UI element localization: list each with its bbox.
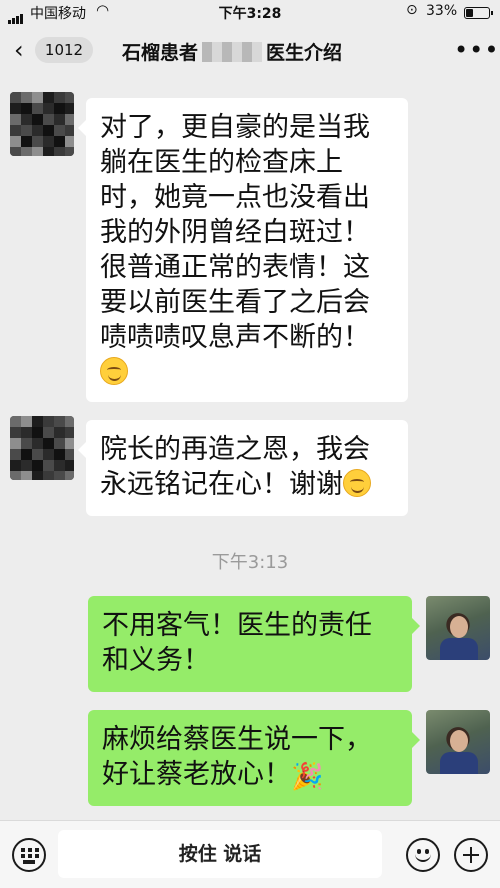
message-line: 要以前医生看了之后会	[100, 287, 370, 318]
user-avatar[interactable]	[426, 596, 490, 660]
message-line: 我的外阴曾经白斑过！	[100, 217, 370, 248]
message-line: 好让蔡老放心！	[102, 759, 291, 790]
message-bubble-incoming[interactable]: 院长的再造之恩，我会 永远铭记在心！谢谢	[78, 420, 408, 516]
sender-avatar[interactable]	[10, 416, 74, 480]
status-time: 下午3:28	[218, 6, 282, 22]
smiling-face-icon	[100, 357, 128, 385]
battery-icon	[464, 7, 493, 19]
battery-percent: 33%	[426, 3, 458, 19]
message-line: 对了，更自豪的是当我	[100, 112, 370, 143]
message-line: 不用客气！医生的责任	[102, 610, 372, 641]
status-bar: 中国移动 ◠ 下午3:28 ⊙ 33%	[0, 0, 500, 24]
keyboard-icon[interactable]	[12, 838, 46, 872]
message-bubble-outgoing[interactable]: 不用客气！医生的责任 和义务！	[88, 596, 420, 692]
more-icon[interactable]: •••	[454, 36, 499, 64]
chat-title-prefix: 石榴患者	[122, 42, 199, 64]
emoji-icon[interactable]	[406, 838, 440, 872]
orientation-lock-icon: ⊙	[406, 2, 418, 18]
message-line: 啧啧啧叹息声不断的！	[100, 322, 370, 353]
party-popper-icon: 🎉	[291, 762, 324, 792]
chat-title-suffix: 医生介绍	[266, 42, 343, 64]
message-line: 麻烦给蔡医生说一下，	[102, 724, 372, 755]
user-avatar[interactable]	[426, 710, 490, 774]
message-bubble-outgoing[interactable]: 麻烦给蔡医生说一下， 好让蔡老放心！🎉	[88, 710, 420, 806]
message-line: 很普通正常的表情！这	[100, 252, 370, 283]
message-line: 时，她竟一点也没看出	[100, 182, 370, 213]
time-separator: 下午3:13	[211, 552, 289, 573]
message-bubble-incoming[interactable]: 对了，更自豪的是当我 躺在医生的检查床上 时，她竟一点也没看出 我的外阴曾经白斑…	[78, 98, 408, 402]
sender-avatar[interactable]	[10, 92, 74, 156]
message-line: 永远铭记在心！谢谢	[100, 469, 343, 500]
chat-header: ‹ 1012 石榴患者 医生介绍 •••	[0, 24, 500, 78]
hold-to-talk-button[interactable]: 按住 说话	[58, 830, 382, 878]
message-line: 院长的再造之恩，我会	[100, 434, 370, 465]
message-list[interactable]: 对了，更自豪的是当我 躺在医生的检查床上 时，她竟一点也没看出 我的外阴曾经白斑…	[0, 78, 500, 820]
plus-icon[interactable]	[454, 838, 488, 872]
chat-title: 石榴患者 医生介绍	[122, 38, 342, 65]
back-chevron-icon[interactable]: ‹	[14, 38, 24, 62]
smiling-face-icon	[343, 469, 371, 497]
message-line: 和义务！	[102, 645, 210, 676]
input-bar: 按住 说话	[0, 820, 500, 888]
unread-count-badge[interactable]: 1012	[35, 37, 93, 63]
redacted-name-blur	[202, 42, 263, 62]
message-line: 躺在医生的检查床上	[100, 147, 343, 178]
